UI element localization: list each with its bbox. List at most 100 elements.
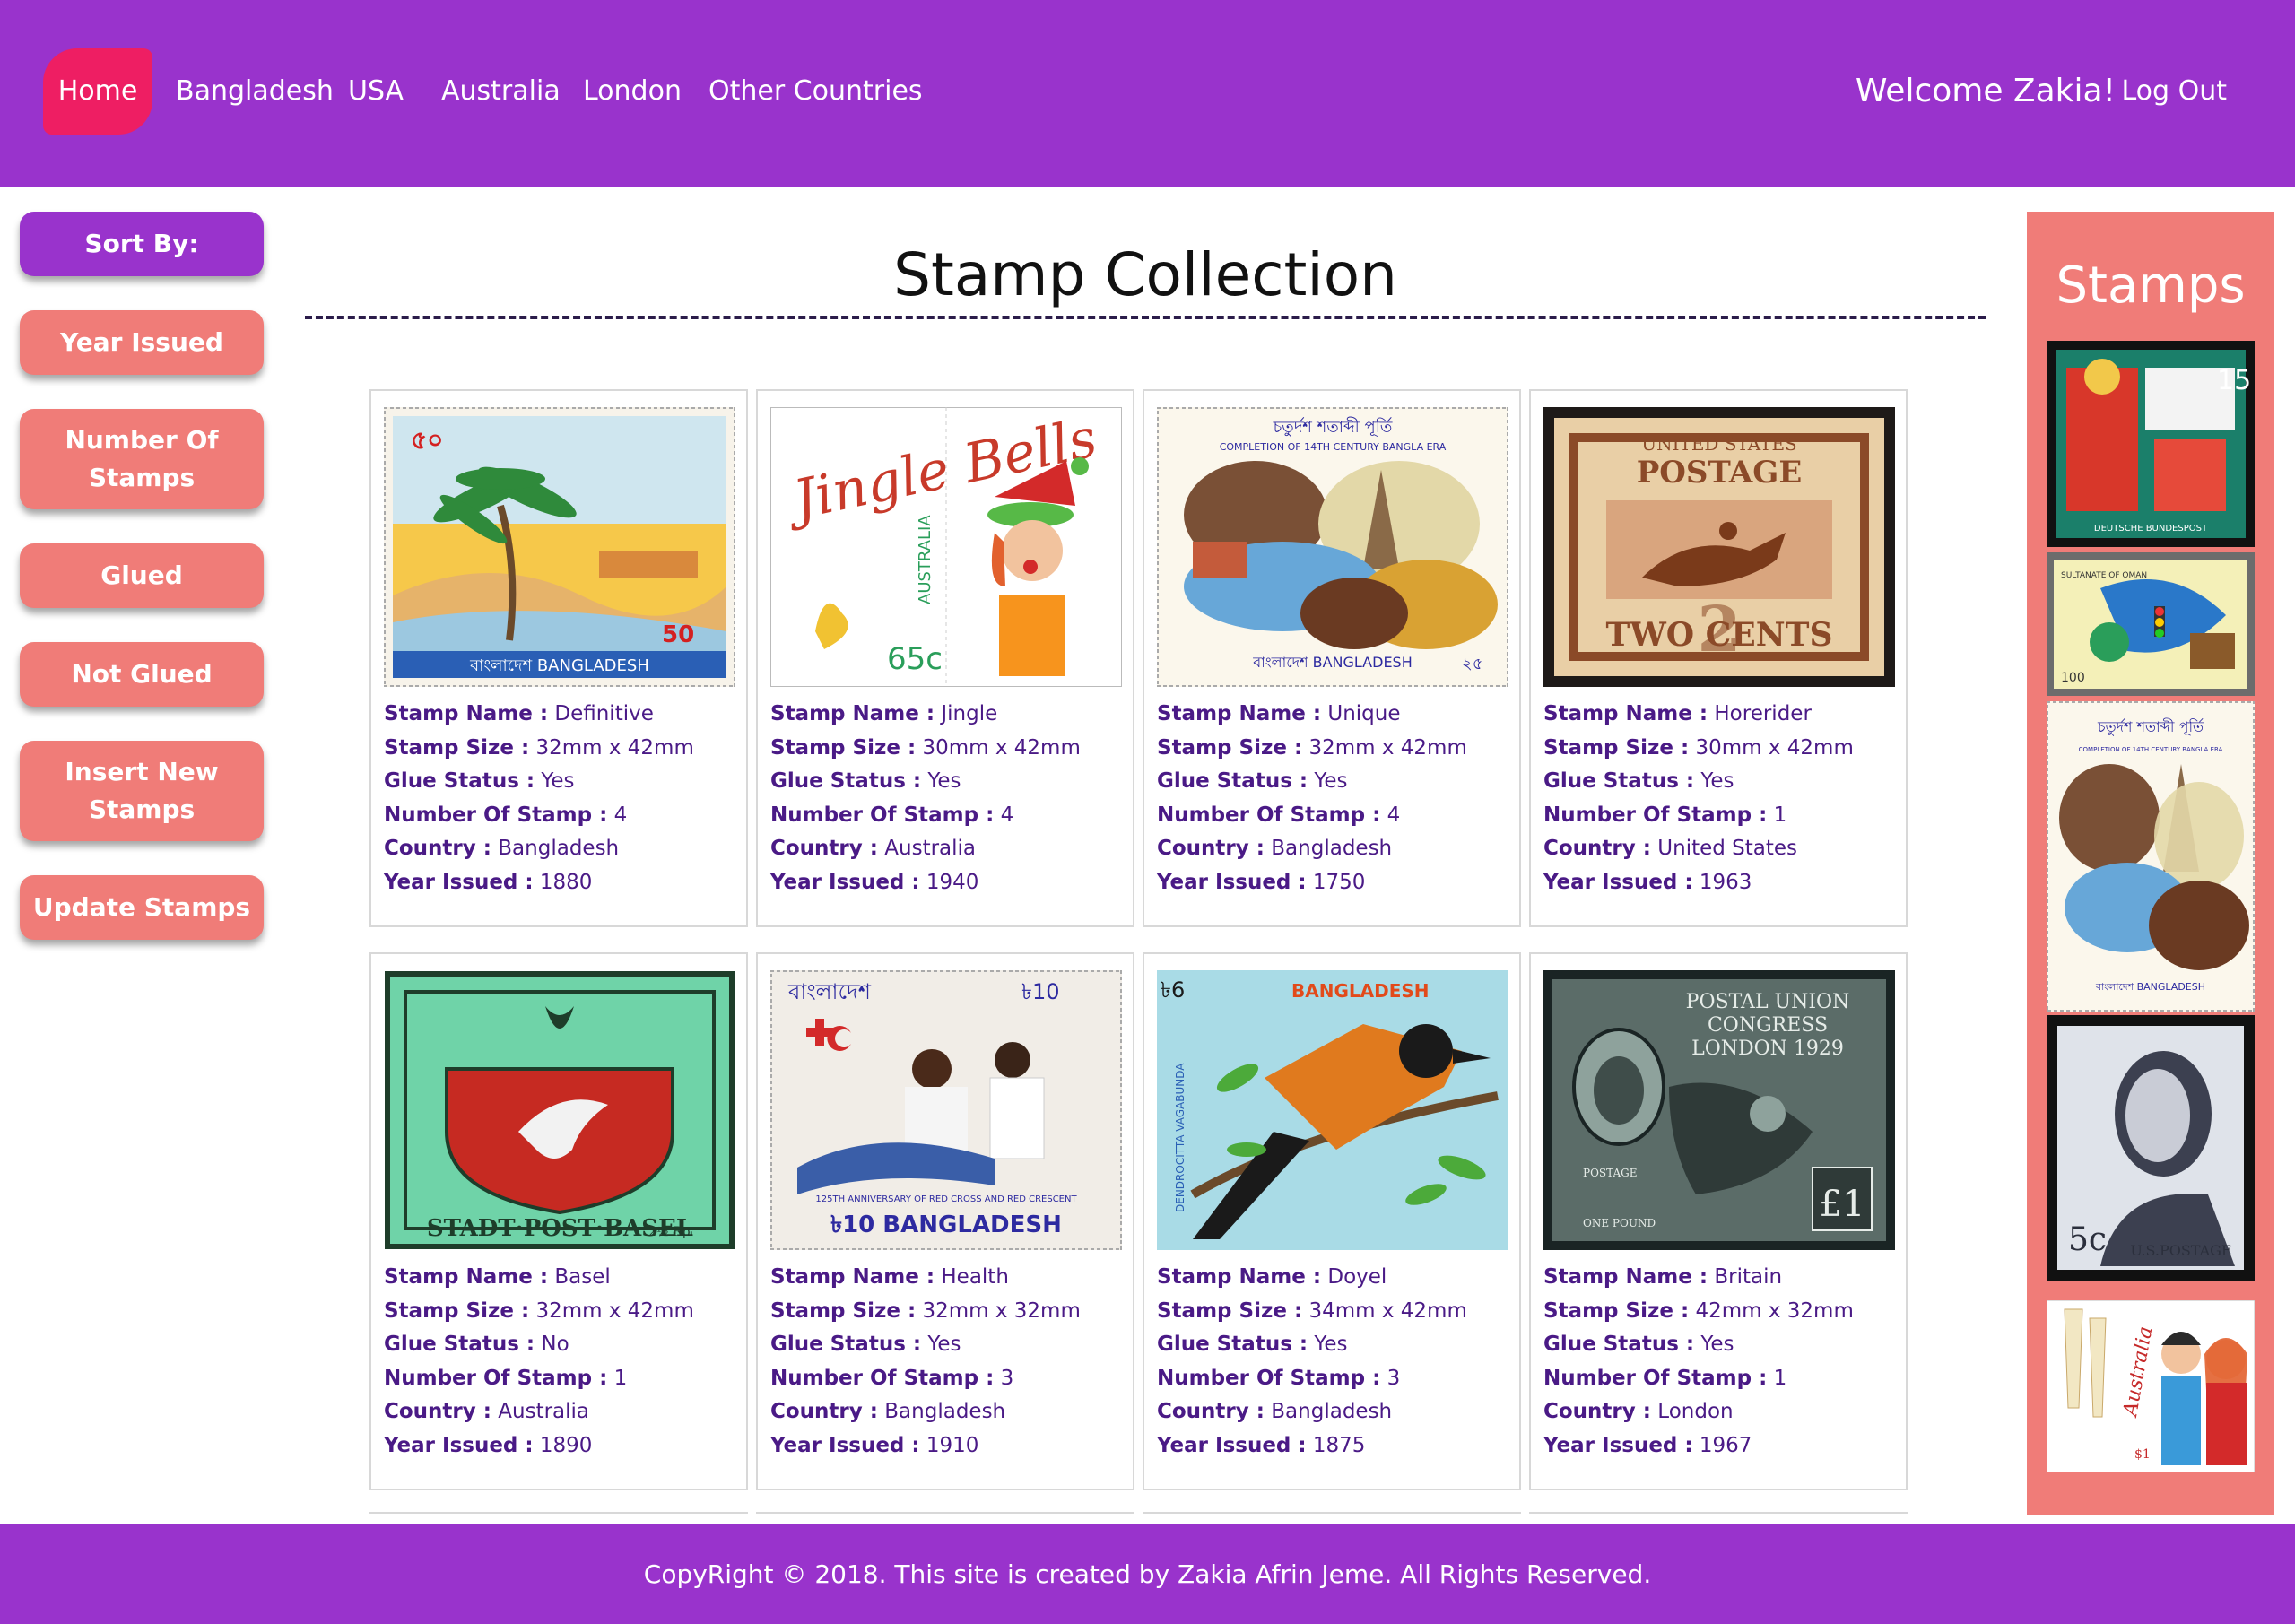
stamp-country: Bangladesh <box>498 837 620 860</box>
stamp-size: 32mm x 42mm <box>535 735 694 760</box>
svg-text:$1: $1 <box>2134 1447 2151 1462</box>
year-issued: 1875 <box>1312 1433 1366 1457</box>
svg-text:SULTANATE OF OMAN: SULTANATE OF OMAN <box>2061 571 2147 580</box>
stamp-country: Australia <box>884 837 977 860</box>
stamp-count: 1 <box>613 1366 628 1390</box>
svg-text:DEUTSCHE BUNDESPOST: DEUTSCHE BUNDESPOST <box>2094 524 2208 534</box>
stamp-name: Health <box>941 1265 1009 1289</box>
svg-text:125TH ANNIVERSARY OF RED CROSS: 125TH ANNIVERSARY OF RED CROSS AND RED C… <box>815 1194 1077 1204</box>
stamp-card[interactable]: ৳6 BANGLADESH DENDROCITTA VAGABUNDA Stam… <box>1143 952 1521 1490</box>
svg-text:বাংলাদেশ BANGLADESH: বাংলাদেশ BANGLADESH <box>2095 981 2205 993</box>
stamp-name: Basel <box>554 1265 611 1289</box>
title-divider <box>305 316 1986 319</box>
svg-text:৳10: ৳10 <box>1021 979 1060 1004</box>
nav-link-bangladesh[interactable]: Bangladesh <box>176 65 334 118</box>
side-stamp-thumbnail[interactable]: চতুর্দশ শতাব্দী পূর্তি COMPLETION OF 14T… <box>2047 701 2255 1012</box>
sort-number-of-stamps-button[interactable]: Number Of Stamps <box>20 409 264 509</box>
side-stamp-thumbnail[interactable]: SULTANATE OF OMAN 100 <box>2047 552 2255 696</box>
nav-link-usa[interactable]: USA <box>348 65 404 118</box>
year-issued: 1890 <box>539 1433 593 1457</box>
stamp-details: Stamp Name : Jingle Stamp Size : 30mm x … <box>770 702 1081 894</box>
stamp-size: 42mm x 32mm <box>1695 1298 1854 1323</box>
stamp-size: 32mm x 42mm <box>535 1298 694 1323</box>
footer-copyright: CopyRight © 2018. This site is created b… <box>0 1524 2295 1624</box>
year-issued: 1750 <box>1312 870 1366 894</box>
svg-text:5c: 5c <box>2068 1221 2107 1258</box>
stamp-count: 4 <box>1000 803 1014 827</box>
glue-status: Yes <box>927 1333 961 1356</box>
year-issued: 1910 <box>926 1433 979 1457</box>
stamp-details: Stamp Name : Unique Stamp Size : 32mm x … <box>1157 702 1467 894</box>
stamp-size: 32mm x 42mm <box>1308 735 1467 760</box>
stamp-card[interactable]: চতুর্দশ শতাব্দী পূর্তি COMPLETION OF 14T… <box>1143 389 1521 927</box>
svg-text:U.S.POSTAGE: U.S.POSTAGE <box>2130 1242 2231 1259</box>
stamp-details: Stamp Name : Health Stamp Size : 32mm x … <box>770 1265 1081 1457</box>
stamp-card[interactable]: STADT·POST·BASEL 2½ Rp. Stamp Name : Bas… <box>369 952 748 1490</box>
nav-link-london[interactable]: London <box>583 65 682 118</box>
sort-by-heading: Sort By: <box>20 212 264 276</box>
glue-status: Yes <box>541 769 575 793</box>
stamp-details: Stamp Name : Definitive Stamp Size : 32m… <box>384 702 694 894</box>
stamp-card[interactable]: Jingle Bells AUSTRALIA 65c Stamp Name : … <box>756 389 1134 927</box>
svg-text:POSTAGE: POSTAGE <box>1637 455 1803 491</box>
stamp-count: 3 <box>1000 1366 1014 1390</box>
stamp-card[interactable]: বাংলাদেশ BANGLADESH ৫০ 50 Stamp Name : D… <box>369 389 748 927</box>
svg-text:চতুর্দশ শতাব্দী পূর্তি: চতুর্দশ শতাব্দী পূর্তি <box>2097 718 2204 736</box>
svg-text:ONE POUND: ONE POUND <box>1583 1217 1656 1229</box>
stamp-count: 4 <box>1387 803 1401 827</box>
top-navigation-bar: Home Bangladesh USA Australia London Oth… <box>0 0 2295 187</box>
side-panel-title: Stamps <box>2056 256 2246 315</box>
stamp-card-partial <box>1529 1512 1908 1523</box>
svg-text:DENDROCITTA VAGABUNDA: DENDROCITTA VAGABUNDA <box>1174 1063 1187 1212</box>
svg-text:2½ Rp.: 2½ Rp. <box>648 1225 694 1239</box>
svg-text:চতুর্দশ শতাব্দী পূর্তি: চতুর্দশ শতাব্দী পূর্তি <box>1273 417 1393 437</box>
stamp-name: Horerider <box>1714 702 1812 725</box>
stamp-count: 4 <box>613 803 628 827</box>
stamp-card[interactable]: বাংলাদেশ ৳10 125TH ANNIVERSARY OF RED CR… <box>756 952 1134 1490</box>
sort-year-issued-button[interactable]: Year Issued <box>20 310 264 375</box>
nav-link-other-countries[interactable]: Other Countries <box>708 65 923 118</box>
stamp-card[interactable]: POSTAL UNION CONGRESS LONDON 1929 POSTAG… <box>1529 952 1908 1490</box>
svg-text:৳6: ৳6 <box>1161 977 1185 1003</box>
side-stamp-thumbnail[interactable]: 15 DEUTSCHE BUNDESPOST <box>2047 341 2255 547</box>
svg-text:CONGRESS: CONGRESS <box>1708 1014 1828 1037</box>
stamp-name: Doyel <box>1327 1265 1387 1289</box>
nav-link-australia[interactable]: Australia <box>441 65 561 118</box>
svg-text:LONDON 1929: LONDON 1929 <box>1691 1038 1844 1060</box>
update-stamps-button[interactable]: Update Stamps <box>20 875 264 940</box>
svg-text:৫০: ৫০ <box>411 425 443 455</box>
svg-text:বাংলাদেশ: বাংলাদেশ <box>787 979 872 1004</box>
svg-text:AUSTRALIA: AUSTRALIA <box>916 515 935 604</box>
nav-home-link[interactable]: Home <box>43 48 152 135</box>
insert-new-stamps-button[interactable]: Insert New Stamps <box>20 741 264 841</box>
svg-text:£1: £1 <box>1820 1184 1865 1225</box>
svg-text:2: 2 <box>1698 592 1742 666</box>
year-issued: 1940 <box>926 870 979 894</box>
stamp-count: 1 <box>1773 1366 1787 1390</box>
stamp-count: 1 <box>1773 803 1787 827</box>
stamp-card[interactable]: UNITED STATES POSTAGE TWO CENTS 2 Stamp … <box>1529 389 1908 927</box>
stamp-details: Stamp Name : Doyel Stamp Size : 34mm x 4… <box>1157 1265 1467 1457</box>
sort-glued-button[interactable]: Glued <box>20 543 264 608</box>
stamp-name: Unique <box>1327 702 1401 725</box>
glue-status: No <box>541 1333 569 1356</box>
svg-text:বাংলাদেশ BANGLADESH: বাংলাদেশ BANGLADESH <box>469 656 649 675</box>
stamp-country: Bangladesh <box>884 1400 1006 1423</box>
year-issued: 1880 <box>539 870 593 894</box>
stamp-image-jingle: Jingle Bells AUSTRALIA 65c <box>770 407 1122 687</box>
svg-text:BANGLADESH: BANGLADESH <box>1291 980 1430 1002</box>
stamps-side-panel: Stamps 15 DEUTSCHE BUNDESPOST SULTANATE … <box>2027 212 2274 1515</box>
side-stamp-thumbnail[interactable]: Australia $1 <box>2047 1300 2255 1472</box>
stamp-image-health: বাংলাদেশ ৳10 125TH ANNIVERSARY OF RED CR… <box>770 970 1122 1250</box>
sort-not-glued-button[interactable]: Not Glued <box>20 642 264 707</box>
logout-link[interactable]: Log Out <box>2121 65 2227 118</box>
side-stamp-thumbnail[interactable]: 5c U.S.POSTAGE <box>2047 1015 2255 1281</box>
svg-text:POSTAGE: POSTAGE <box>1583 1167 1638 1179</box>
stamp-image-unique: চতুর্দশ শতাব্দী পূর্তি COMPLETION OF 14T… <box>1157 407 1508 687</box>
stamp-count: 3 <box>1387 1366 1401 1390</box>
glue-status: Yes <box>1700 769 1734 793</box>
stamp-name: Britain <box>1714 1265 1783 1289</box>
svg-text:COMPLETION OF 14TH CENTURY BAN: COMPLETION OF 14TH CENTURY BANGLA ERA <box>2079 746 2223 753</box>
stamp-country: London <box>1657 1400 1734 1423</box>
svg-text:15: 15 <box>2217 365 2251 396</box>
